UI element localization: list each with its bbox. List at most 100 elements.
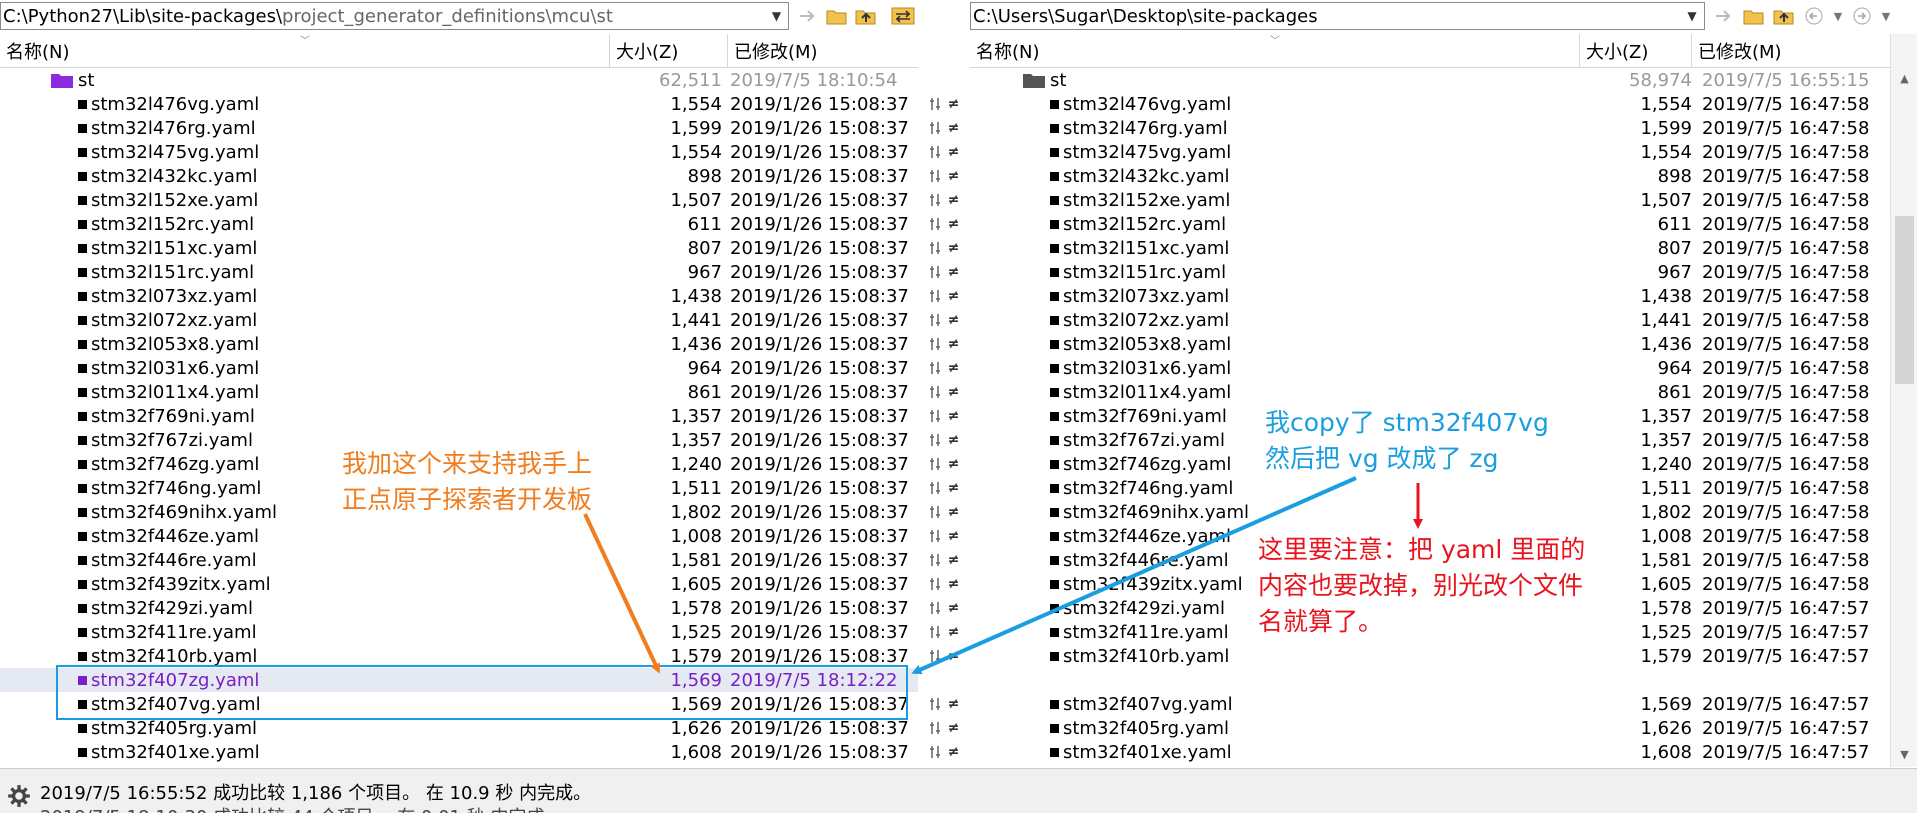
compare-indicator[interactable]: ≠ xyxy=(918,620,970,644)
folder-row[interactable]: st 58,974 2019/7/5 16:55:15 xyxy=(970,68,1890,92)
file-row[interactable]: stm32l476rg.yaml 1,599 2019/1/26 15:08:37 xyxy=(0,116,918,140)
compare-indicator[interactable]: ≠ xyxy=(918,716,970,740)
open-folder-right-button[interactable] xyxy=(1739,2,1769,30)
file-row[interactable]: stm32f405rg.yaml 1,626 2019/7/5 16:47:57 xyxy=(970,716,1890,740)
file-row[interactable]: stm32l152xe.yaml 1,507 2019/7/5 16:47:58 xyxy=(970,188,1890,212)
file-row[interactable]: stm32l432kc.yaml 898 2019/7/5 16:47:58 xyxy=(970,164,1890,188)
chevron-down-icon[interactable]: ▼ xyxy=(764,3,788,29)
compare-indicator[interactable]: ≠ xyxy=(918,212,970,236)
file-row[interactable]: stm32l073xz.yaml 1,438 2019/7/5 16:47:58 xyxy=(970,284,1890,308)
chevron-down-icon[interactable]: ▼ xyxy=(1680,3,1704,29)
refresh-right-button[interactable] xyxy=(1709,2,1739,30)
compare-indicator[interactable]: ≠ xyxy=(918,356,970,380)
compare-indicator[interactable]: ≠ xyxy=(918,308,970,332)
compare-indicator[interactable]: ≠ xyxy=(918,380,970,404)
compare-indicator[interactable]: ≠ xyxy=(918,140,970,164)
scrollbar-thumb[interactable] xyxy=(1895,216,1914,384)
compare-indicator[interactable]: ≠ xyxy=(918,404,970,428)
compare-indicator[interactable]: ≠ xyxy=(918,236,970,260)
file-name-text: stm32l151rc.yaml xyxy=(91,261,255,283)
back-button[interactable] xyxy=(1799,2,1829,30)
file-row[interactable]: stm32l432kc.yaml 898 2019/1/26 15:08:37 xyxy=(0,164,918,188)
left-col-size[interactable]: 大小(Z) xyxy=(610,34,728,67)
right-scrollbar[interactable]: ▲ ▼ xyxy=(1890,34,1917,767)
left-path-input[interactable]: C:\Python27\Lib\site-packages\ project_ge… xyxy=(0,2,790,30)
file-row[interactable]: stm32l152rc.yaml 611 2019/1/26 15:08:37 xyxy=(0,212,918,236)
file-row[interactable]: stm32l152xe.yaml 1,507 2019/1/26 15:08:37 xyxy=(0,188,918,212)
file-bullet-icon xyxy=(78,651,87,661)
compare-indicator[interactable]: ≠ xyxy=(918,548,970,572)
compare-indicator[interactable]: ≠ xyxy=(918,116,970,140)
file-row[interactable]: stm32l072xz.yaml 1,441 2019/1/26 15:08:37 xyxy=(0,308,918,332)
file-row[interactable]: stm32l072xz.yaml 1,441 2019/7/5 16:47:58 xyxy=(970,308,1890,332)
file-row[interactable]: stm32l151xc.yaml 807 2019/7/5 16:47:58 xyxy=(970,236,1890,260)
file-row[interactable]: stm32l476vg.yaml 1,554 2019/7/5 16:47:58 xyxy=(970,92,1890,116)
compare-indicator[interactable]: ≠ xyxy=(918,452,970,476)
file-row[interactable]: stm32f410rb.yaml 1,579 2019/7/5 16:47:57 xyxy=(970,644,1890,668)
compare-indicator[interactable]: ≠ xyxy=(918,164,970,188)
compare-indicator[interactable]: ≠ xyxy=(918,188,970,212)
file-row[interactable]: stm32f439zitx.yaml 1,605 2019/1/26 15:08:3… xyxy=(0,572,918,596)
file-row[interactable]: stm32l031x6.yaml 964 2019/7/5 16:47:58 xyxy=(970,356,1890,380)
forward-button[interactable] xyxy=(1847,2,1877,30)
left-col-modified[interactable]: 已修改(M) xyxy=(728,34,918,67)
compare-indicator[interactable]: ≠ xyxy=(918,332,970,356)
right-path-input[interactable]: C:\Users\Sugar\Desktop\site-packages ▼ xyxy=(970,2,1705,30)
file-row[interactable]: stm32l053x8.yaml 1,436 2019/7/5 16:47:58 xyxy=(970,332,1890,356)
open-folder-left-button[interactable] xyxy=(823,2,852,30)
compare-indicator[interactable]: ≠ xyxy=(918,284,970,308)
parent-folder-right-button[interactable] xyxy=(1769,2,1799,30)
compare-indicator[interactable]: ≠ xyxy=(918,644,970,668)
compare-indicator[interactable]: ≠ xyxy=(918,524,970,548)
file-row[interactable]: stm32l011x4.yaml 861 2019/1/26 15:08:37 xyxy=(0,380,918,404)
right-col-size[interactable]: 大小(Z) xyxy=(1580,34,1692,67)
file-row[interactable]: stm32l151xc.yaml 807 2019/1/26 15:08:37 xyxy=(0,236,918,260)
file-row[interactable]: stm32l151rc.yaml 967 2019/1/26 15:08:37 xyxy=(0,260,918,284)
file-row[interactable]: stm32l152rc.yaml 611 2019/7/5 16:47:58 xyxy=(970,212,1890,236)
not-equal-icon: ≠ xyxy=(947,192,961,208)
file-row[interactable]: stm32f446re.yaml 1,581 2019/1/26 15:08:37 xyxy=(0,548,918,572)
file-row[interactable]: stm32f407vg.yaml 1,569 2019/7/5 16:47:57 xyxy=(970,692,1890,716)
parent-folder-left-button[interactable] xyxy=(852,2,881,30)
file-row[interactable]: stm32l475vg.yaml 1,554 2019/7/5 16:47:58 xyxy=(970,140,1890,164)
compare-indicator[interactable]: ≠ xyxy=(918,92,970,116)
file-row[interactable]: stm32f769ni.yaml 1,357 2019/1/26 15:08:37 xyxy=(0,404,918,428)
file-row[interactable]: stm32f469nihx.yaml 1,802 2019/7/5 16:47:58 xyxy=(970,500,1890,524)
compare-indicator[interactable]: ≠ xyxy=(918,428,970,452)
file-row[interactable]: stm32f746ng.yaml 1,511 2019/7/5 16:47:58 xyxy=(970,476,1890,500)
file-compare-icon xyxy=(929,242,940,254)
file-row[interactable]: stm32l011x4.yaml 861 2019/7/5 16:47:58 xyxy=(970,380,1890,404)
forward-dropdown-button[interactable]: ▼ xyxy=(1877,2,1895,30)
right-col-name[interactable]: 名称(N) ﹀ xyxy=(970,34,1580,67)
file-row[interactable]: stm32l151rc.yaml 967 2019/7/5 16:47:58 xyxy=(970,260,1890,284)
scroll-up-icon[interactable]: ▲ xyxy=(1891,68,1917,88)
file-row[interactable]: stm32f446ze.yaml 1,008 2019/1/26 15:08:37 xyxy=(0,524,918,548)
refresh-left-button[interactable] xyxy=(793,2,822,30)
file-compare-icon xyxy=(929,722,940,734)
file-row[interactable]: stm32l053x8.yaml 1,436 2019/1/26 15:08:37 xyxy=(0,332,918,356)
gear-icon[interactable] xyxy=(6,783,32,809)
history-dropdown-button[interactable]: ▼ xyxy=(1829,2,1847,30)
compare-indicator[interactable]: ≠ xyxy=(918,476,970,500)
file-row[interactable]: stm32f401xe.yaml 1,608 2019/1/26 15:08:37 xyxy=(0,740,918,764)
file-row[interactable]: stm32l031x6.yaml 964 2019/1/26 15:08:37 xyxy=(0,356,918,380)
file-row[interactable]: stm32l476vg.yaml 1,554 2019/1/26 15:08:37 xyxy=(0,92,918,116)
left-col-name[interactable]: 名称(N) ﹀ xyxy=(0,34,610,67)
swap-panes-button[interactable] xyxy=(889,2,918,30)
right-col-modified[interactable]: 已修改(M) xyxy=(1692,34,1890,67)
compare-indicator[interactable]: ≠ xyxy=(918,692,970,716)
compare-indicator[interactable]: ≠ xyxy=(918,740,970,764)
scroll-down-icon[interactable]: ▼ xyxy=(1891,744,1917,764)
compare-indicator[interactable]: ≠ xyxy=(918,500,970,524)
file-row[interactable]: stm32l073xz.yaml 1,438 2019/1/26 15:08:37 xyxy=(0,284,918,308)
file-row[interactable]: stm32f401xe.yaml 1,608 2019/7/5 16:47:57 xyxy=(970,740,1890,764)
file-row[interactable]: stm32l475vg.yaml 1,554 2019/1/26 15:08:37 xyxy=(0,140,918,164)
compare-indicator[interactable]: ≠ xyxy=(918,260,970,284)
folder-row[interactable]: st 62,511 2019/7/5 18:10:54 xyxy=(0,68,918,92)
compare-indicator[interactable]: ≠ xyxy=(918,596,970,620)
file-row[interactable]: stm32l476rg.yaml 1,599 2019/7/5 16:47:58 xyxy=(970,116,1890,140)
file-row[interactable]: stm32f411re.yaml 1,525 2019/1/26 15:08:37 xyxy=(0,620,918,644)
file-row[interactable]: stm32f429zi.yaml 1,578 2019/1/26 15:08:37 xyxy=(0,596,918,620)
file-name: stm32l011x4.yaml xyxy=(78,382,259,403)
compare-indicator[interactable]: ≠ xyxy=(918,572,970,596)
